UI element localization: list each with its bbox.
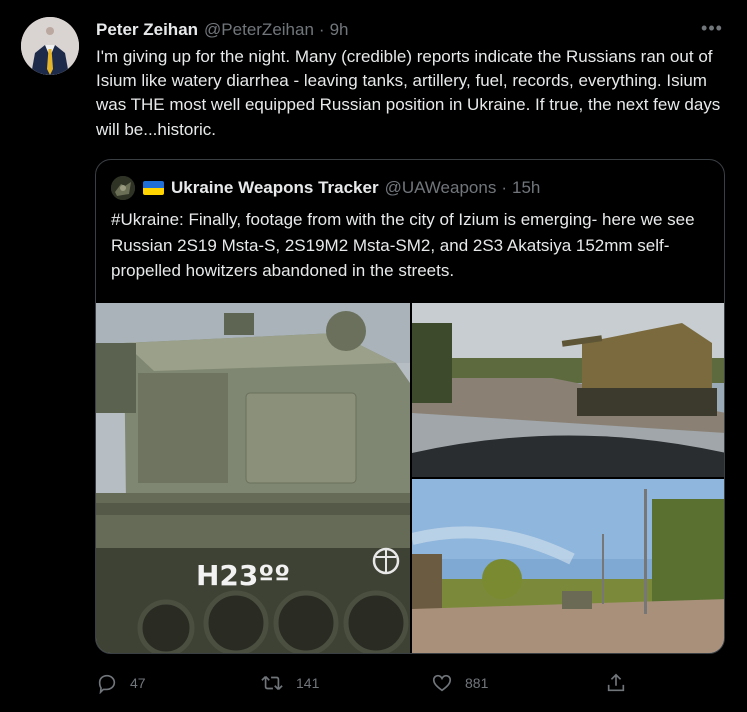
separator-dot: · bbox=[318, 20, 325, 39]
author-avatar[interactable] bbox=[21, 17, 79, 75]
quoted-separator-dot: · bbox=[501, 178, 507, 197]
heart-icon bbox=[432, 674, 452, 692]
media-image-street[interactable] bbox=[412, 479, 724, 653]
quoted-tweet-header: Ukraine Weapons Tracker @UAWeapons · 15h bbox=[111, 176, 714, 200]
media-grid: H23ºº bbox=[96, 303, 724, 653]
author-handle[interactable]: @PeterZeihan bbox=[204, 20, 314, 40]
quoted-avatar-image bbox=[111, 176, 135, 200]
retweet-count: 141 bbox=[296, 675, 320, 691]
quoted-author-avatar[interactable] bbox=[111, 176, 135, 200]
tweet-header: Peter Zeihan @PeterZeihan · 9h ••• bbox=[96, 18, 727, 42]
quoted-author-name: Ukraine Weapons Tracker bbox=[171, 178, 379, 197]
like-button[interactable]: 881 bbox=[431, 672, 488, 694]
reply-icon bbox=[98, 674, 116, 694]
ukraine-flag-icon bbox=[143, 181, 164, 195]
more-options-icon[interactable]: ••• bbox=[697, 18, 727, 42]
tweet-timestamp[interactable]: 9h bbox=[330, 20, 349, 40]
reply-button[interactable]: 47 bbox=[96, 672, 146, 694]
retweet-button[interactable]: 141 bbox=[260, 672, 319, 694]
reply-count: 47 bbox=[130, 675, 146, 691]
retweet-icon bbox=[261, 675, 283, 691]
like-count: 881 bbox=[465, 675, 489, 691]
quoted-tweet[interactable]: Ukraine Weapons Tracker @UAWeapons · 15h… bbox=[95, 159, 725, 654]
quoted-author-handle: @UAWeapons bbox=[384, 178, 497, 197]
author-name[interactable]: Peter Zeihan bbox=[96, 20, 198, 40]
quoted-tweet-text: #Ukraine: Finally, footage from with the… bbox=[111, 210, 695, 280]
share-button[interactable] bbox=[605, 672, 639, 694]
action-bar: 47 141 881 bbox=[96, 672, 636, 698]
quoted-tweet-timestamp: 15h bbox=[512, 178, 541, 197]
share-icon bbox=[607, 673, 625, 692]
tweet-text: I'm giving up for the night. Many (credi… bbox=[96, 47, 721, 139]
hull-marking-text: H23ºº bbox=[196, 559, 290, 592]
media-image-road-howitzer[interactable] bbox=[412, 303, 724, 477]
media-image-howitzer-closeup[interactable]: H23ºº bbox=[96, 303, 410, 653]
avatar-image bbox=[21, 17, 79, 75]
